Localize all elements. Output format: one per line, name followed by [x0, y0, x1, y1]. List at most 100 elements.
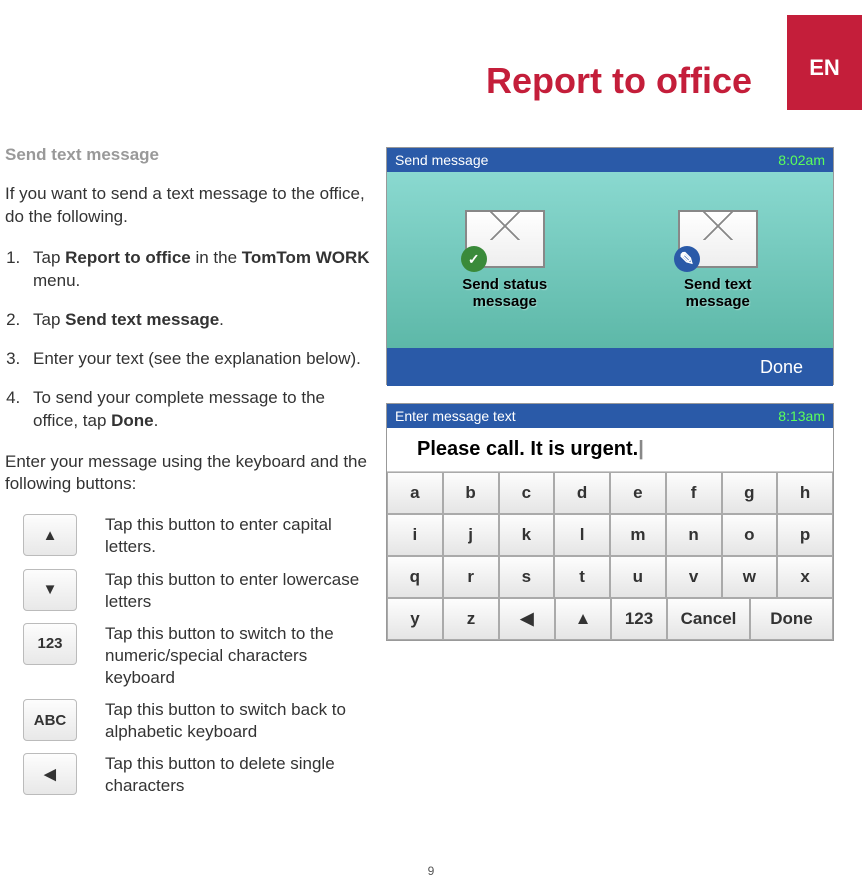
caps-desc: Tap this button to enter capital letters…	[105, 514, 370, 558]
key-e: e	[610, 472, 666, 514]
key-done: Done	[750, 598, 833, 640]
delete-desc: Tap this button to delete single charact…	[105, 753, 370, 797]
screenshot2-titlebar: Enter message text 8:13am	[387, 404, 833, 428]
button-row-delete: ◀ Tap this button to delete single chara…	[5, 753, 370, 797]
step-bold: Send text message	[65, 310, 219, 329]
step-3: Enter your text (see the explanation bel…	[25, 348, 370, 371]
key-back: ◀	[499, 598, 555, 640]
button-row-lower: ▼ Tap this button to enter lowercase let…	[5, 569, 370, 613]
key-cancel: Cancel	[667, 598, 750, 640]
key-k: k	[499, 514, 555, 556]
left-column: Send text message If you want to send a …	[5, 145, 370, 807]
key-s: s	[499, 556, 555, 598]
followup-text: Enter your message using the keyboard an…	[5, 451, 370, 497]
key-n: n	[666, 514, 722, 556]
key-f: f	[666, 472, 722, 514]
key-b: b	[443, 472, 499, 514]
screenshot-send-message: Send message 8:02am ✓ Send status messag…	[386, 147, 834, 385]
label-line: message	[686, 293, 750, 310]
step-text: in the	[191, 248, 242, 267]
key-c: c	[499, 472, 555, 514]
step-text: To send your complete message to the off…	[33, 388, 325, 430]
send-status-label: Send status message	[462, 276, 547, 310]
numeric-desc: Tap this button to switch to the numeric…	[105, 623, 370, 689]
button-row-caps: ▲ Tap this button to enter capital lette…	[5, 514, 370, 558]
key-v: v	[666, 556, 722, 598]
key-g: g	[722, 472, 778, 514]
screenshot-titlebar: Send message 8:02am	[387, 148, 833, 172]
key-shift: ▲	[555, 598, 611, 640]
screenshot-body: ✓ Send status message ✎ Send text messag…	[387, 172, 833, 348]
abc-desc: Tap this button to switch back to alphab…	[105, 699, 370, 743]
steps-list: Tap Report to office in the TomTom WORK …	[5, 247, 370, 433]
lowercase-desc: Tap this button to enter lowercase lette…	[105, 569, 370, 613]
screenshot2-title: Enter message text	[395, 408, 516, 424]
send-status-group: ✓ Send status message	[462, 210, 547, 310]
page-number: 9	[428, 864, 435, 878]
caps-icon: ▲	[23, 514, 77, 556]
numeric-icon: 123	[23, 623, 77, 665]
key-q: q	[387, 556, 443, 598]
key-x: x	[777, 556, 833, 598]
key-z: z	[443, 598, 499, 640]
status-badge-icon: ✓	[461, 246, 487, 272]
cursor: |	[638, 438, 644, 461]
step-text: Enter your text (see the explanation bel…	[33, 349, 361, 368]
kb-row-3: q r s t u v w x	[387, 556, 833, 598]
message-input-display: Please call. It is urgent.|	[387, 428, 833, 472]
kb-row-4: y z ◀ ▲ 123 Cancel Done	[387, 598, 833, 640]
key-o: o	[722, 514, 778, 556]
delete-icon: ◀	[23, 753, 77, 795]
step-2: Tap Send text message.	[25, 309, 370, 332]
key-w: w	[722, 556, 778, 598]
envelope-status-icon: ✓	[465, 210, 545, 268]
key-i: i	[387, 514, 443, 556]
key-y: y	[387, 598, 443, 640]
screenshot-title: Send message	[395, 152, 488, 168]
language-tab: EN	[787, 15, 862, 110]
step-text: menu.	[33, 271, 80, 290]
step-text: Tap	[33, 248, 65, 267]
key-m: m	[610, 514, 666, 556]
envelope-text-icon: ✎	[678, 210, 758, 268]
pencil-badge-icon: ✎	[674, 246, 700, 272]
intro-text: If you want to send a text message to th…	[5, 183, 370, 229]
key-h: h	[777, 472, 833, 514]
screenshot-footer: Done	[387, 348, 833, 386]
kb-row-2: i j k l m n o p	[387, 514, 833, 556]
key-r: r	[443, 556, 499, 598]
label-line: Send text	[684, 276, 752, 293]
key-u: u	[610, 556, 666, 598]
step-1: Tap Report to office in the TomTom WORK …	[25, 247, 370, 293]
screenshot-keyboard: Enter message text 8:13am Please call. I…	[386, 403, 834, 641]
right-column: Send message 8:02am ✓ Send status messag…	[386, 147, 834, 659]
label-line: Send status	[462, 276, 547, 293]
step-text: .	[219, 310, 224, 329]
button-descriptions: ▲ Tap this button to enter capital lette…	[5, 514, 370, 797]
lowercase-icon: ▼	[23, 569, 77, 611]
step-bold: Done	[111, 411, 154, 430]
done-button-label: Done	[760, 357, 803, 378]
key-t: t	[554, 556, 610, 598]
screenshot-time: 8:02am	[778, 152, 825, 168]
screenshot2-time: 8:13am	[778, 408, 825, 424]
step-bold: Report to office	[65, 248, 191, 267]
step-text: .	[154, 411, 159, 430]
key-d: d	[554, 472, 610, 514]
step-bold: TomTom WORK	[242, 248, 370, 267]
step-4: To send your complete message to the off…	[25, 387, 370, 433]
label-line: message	[473, 293, 537, 310]
page-title: Report to office	[486, 60, 752, 102]
key-a: a	[387, 472, 443, 514]
key-123: 123	[611, 598, 667, 640]
keyboard: a b c d e f g h i j k l m n o p q r	[387, 472, 833, 640]
send-text-label: Send text message	[684, 276, 752, 310]
button-row-numeric: 123 Tap this button to switch to the num…	[5, 623, 370, 689]
send-text-group: ✎ Send text message	[678, 210, 758, 310]
input-text: Please call. It is urgent.	[417, 438, 638, 461]
key-j: j	[443, 514, 499, 556]
button-row-abc: ABC Tap this button to switch back to al…	[5, 699, 370, 743]
key-l: l	[554, 514, 610, 556]
key-p: p	[777, 514, 833, 556]
kb-row-1: a b c d e f g h	[387, 472, 833, 514]
